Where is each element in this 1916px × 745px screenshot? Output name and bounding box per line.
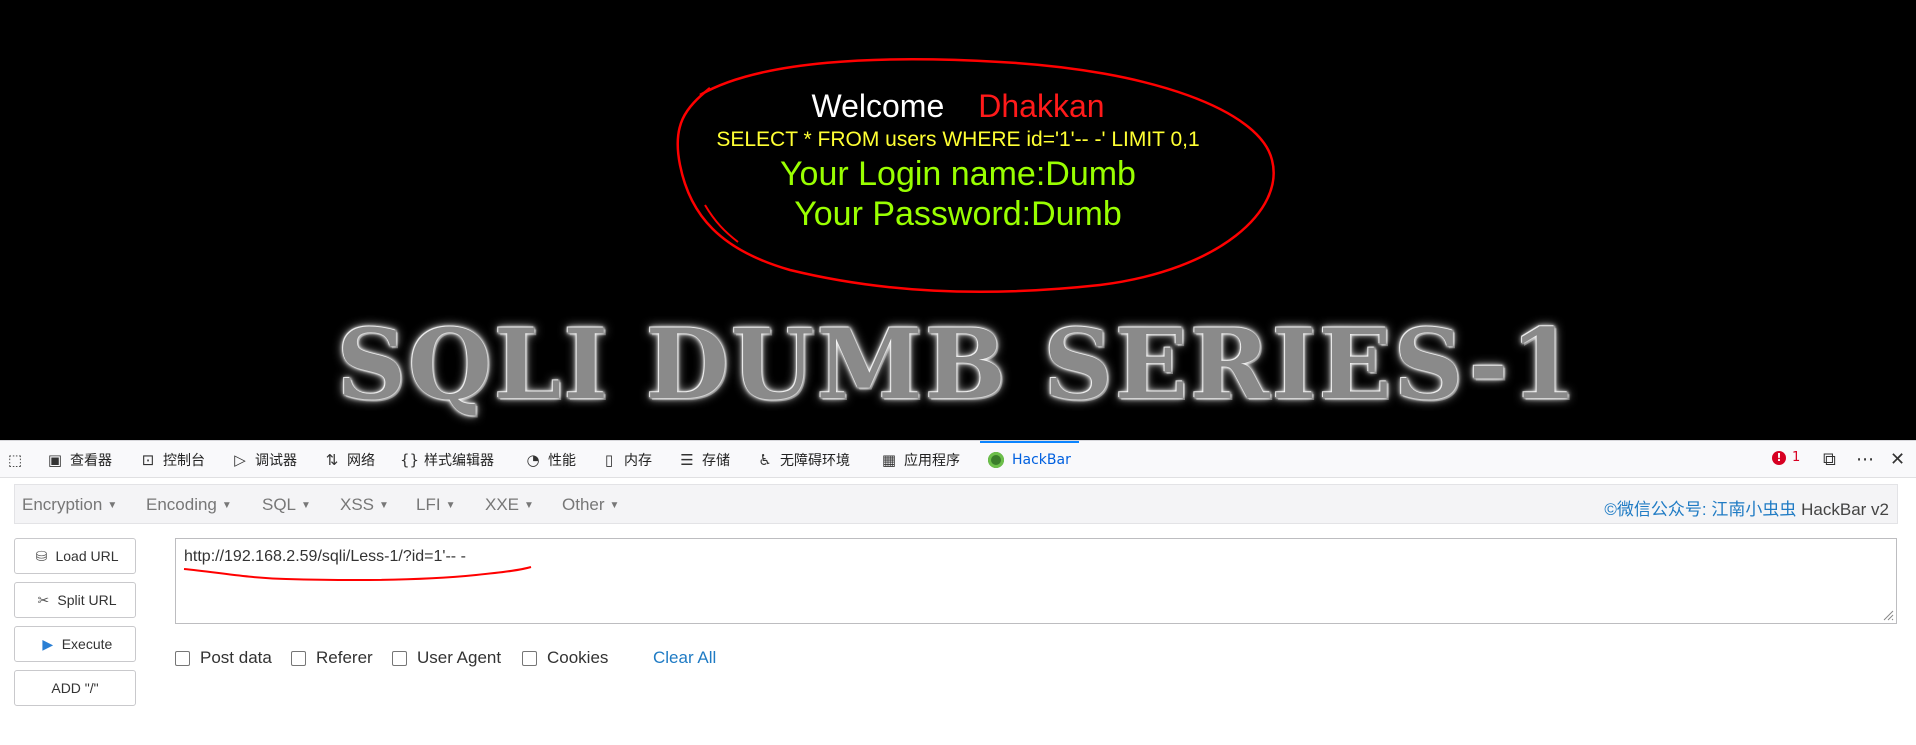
devtools-toolbar: ⬚ ▣ 查看器 ⊡ 控制台 ▷ 调试器 ⇅ 网络 {} 样式编辑器 ◔ 性能 ▯ 内存 ☰ 存储…: [0, 440, 1916, 478]
caret-down-icon: ▼: [301, 500, 311, 512]
user-agent-checkbox[interactable]: User Agent: [392, 648, 501, 668]
accessibility-icon: ♿: [758, 450, 772, 469]
application-icon: ▦: [881, 450, 897, 469]
tab-network[interactable]: ⇅ 网络: [323, 441, 375, 478]
option-label: Referer: [316, 648, 373, 667]
resize-handle-icon[interactable]: [1882, 609, 1894, 621]
play-icon: ▶: [42, 635, 54, 652]
inspector-icon: ▣: [47, 450, 63, 469]
checkbox[interactable]: [392, 650, 407, 666]
clear-all-link[interactable]: Clear All: [653, 648, 716, 668]
tab-application[interactable]: ▦ 应用程序: [880, 441, 960, 478]
scissors-icon: ✂: [37, 591, 50, 608]
button-label: Load URL: [55, 548, 119, 564]
cookies-checkbox[interactable]: Cookies: [522, 648, 608, 668]
menu-xxe[interactable]: XXE ▼: [485, 495, 534, 515]
caret-down-icon: ▼: [379, 500, 389, 512]
tab-label: 应用程序: [904, 452, 960, 469]
option-label: Cookies: [547, 648, 609, 667]
error-count: 1: [1792, 450, 1801, 465]
hackbar-credit: ©微信公众号: 江南小虫虫 HackBar v2: [1604, 495, 1889, 520]
caret-down-icon: ▼: [524, 500, 534, 512]
close-icon[interactable]: ✕: [1890, 449, 1905, 470]
hackbar-icon: [988, 451, 1004, 468]
red-underline-annotation: [183, 566, 532, 581]
checkbox[interactable]: [175, 650, 190, 666]
more-options-icon[interactable]: ⋯: [1856, 449, 1874, 470]
tab-storage[interactable]: ☰ 存储: [678, 441, 730, 478]
menu-label: XXE: [485, 495, 520, 514]
menu-label: Other: [562, 495, 605, 514]
menu-xss[interactable]: XSS ▼: [340, 495, 389, 515]
performance-icon: ◔: [526, 450, 540, 469]
memory-icon: ▯: [604, 450, 614, 469]
tab-console[interactable]: ⊡ 控制台: [139, 441, 205, 478]
menu-other[interactable]: Other ▼: [562, 495, 619, 515]
tab-label: 调试器: [255, 452, 297, 469]
tab-style-editor[interactable]: {} 样式编辑器: [400, 441, 494, 478]
split-url-button[interactable]: ✂ Split URL: [14, 582, 136, 618]
page-viewport: Welcome Dhakkan SELECT * FROM users WHERE…: [0, 0, 1916, 440]
sqli-banner: SQLI DUMB SERIES-1: [336, 308, 1580, 421]
tab-label: 查看器: [70, 452, 112, 469]
credit-cn: ©微信公众号: 江南小虫虫: [1604, 500, 1797, 519]
hackbar-menu: Encryption ▼ Encoding ▼ SQL ▼ XSS ▼ LFI ▼ XXE…: [14, 484, 1898, 524]
menu-label: Encryption: [22, 495, 103, 514]
error-icon: !: [1772, 450, 1786, 465]
execute-button[interactable]: ▶ Execute: [14, 626, 136, 662]
button-label: Execute: [61, 636, 113, 652]
debugger-icon: ▷: [234, 450, 246, 469]
tab-label: HackBar: [1012, 451, 1071, 468]
menu-label: LFI: [416, 495, 441, 514]
tab-label: 控制台: [163, 452, 205, 469]
style-editor-icon: {}: [400, 450, 420, 469]
referer-checkbox[interactable]: Referer: [291, 648, 373, 668]
tab-label: 性能: [548, 452, 576, 469]
tab-label: 无障碍环境: [780, 452, 850, 469]
button-label: ADD "/": [51, 680, 99, 696]
caret-down-icon: ▼: [107, 500, 118, 512]
menu-sql[interactable]: SQL ▼: [262, 495, 311, 515]
menu-encryption[interactable]: Encryption ▼: [22, 495, 117, 515]
menu-label: XSS: [340, 495, 375, 514]
caret-down-icon: ▼: [445, 500, 456, 512]
caret-down-icon: ▼: [609, 500, 620, 512]
caret-down-icon: ▼: [221, 500, 232, 512]
menu-label: Encoding: [146, 495, 217, 514]
url-textarea[interactable]: http://192.168.2.59/sqli/Less-1/?id=1'--…: [175, 538, 1897, 624]
tab-inspector[interactable]: ▣ 查看器: [46, 441, 112, 478]
tab-debugger[interactable]: ▷ 调试器: [231, 441, 297, 478]
tab-label: 内存: [624, 452, 652, 469]
credit-version: HackBar v2: [1801, 500, 1889, 519]
element-picker-icon[interactable]: ⬚: [6, 441, 30, 478]
dock-icon[interactable]: ⧉: [1823, 449, 1836, 470]
menu-lfi[interactable]: LFI ▼: [416, 495, 455, 515]
storage-icon: ☰: [680, 450, 694, 469]
menu-encoding[interactable]: Encoding ▼: [146, 495, 232, 515]
tab-accessibility[interactable]: ♿ 无障碍环境: [756, 441, 850, 478]
option-label: Post data: [200, 648, 272, 667]
network-icon: ⇅: [325, 450, 339, 469]
checkbox[interactable]: [291, 650, 306, 666]
console-icon: ⊡: [141, 450, 155, 469]
tab-performance[interactable]: ◔ 性能: [524, 441, 576, 478]
tab-label: 存储: [702, 452, 730, 469]
tab-memory[interactable]: ▯ 内存: [600, 441, 652, 478]
menu-label: SQL: [262, 495, 297, 514]
option-label: User Agent: [417, 648, 502, 667]
tab-hackbar[interactable]: HackBar: [980, 441, 1079, 478]
load-icon: ⛁: [35, 547, 48, 564]
checkbox[interactable]: [522, 650, 537, 666]
error-counter[interactable]: ! 1: [1772, 450, 1800, 465]
add-slash-button[interactable]: ADD "/": [14, 670, 136, 706]
load-url-button[interactable]: ⛁ Load URL: [14, 538, 136, 574]
tab-label: 样式编辑器: [424, 452, 494, 469]
post-data-checkbox[interactable]: Post data: [175, 648, 272, 668]
tab-label: 网络: [347, 452, 375, 469]
button-label: Split URL: [57, 592, 117, 608]
